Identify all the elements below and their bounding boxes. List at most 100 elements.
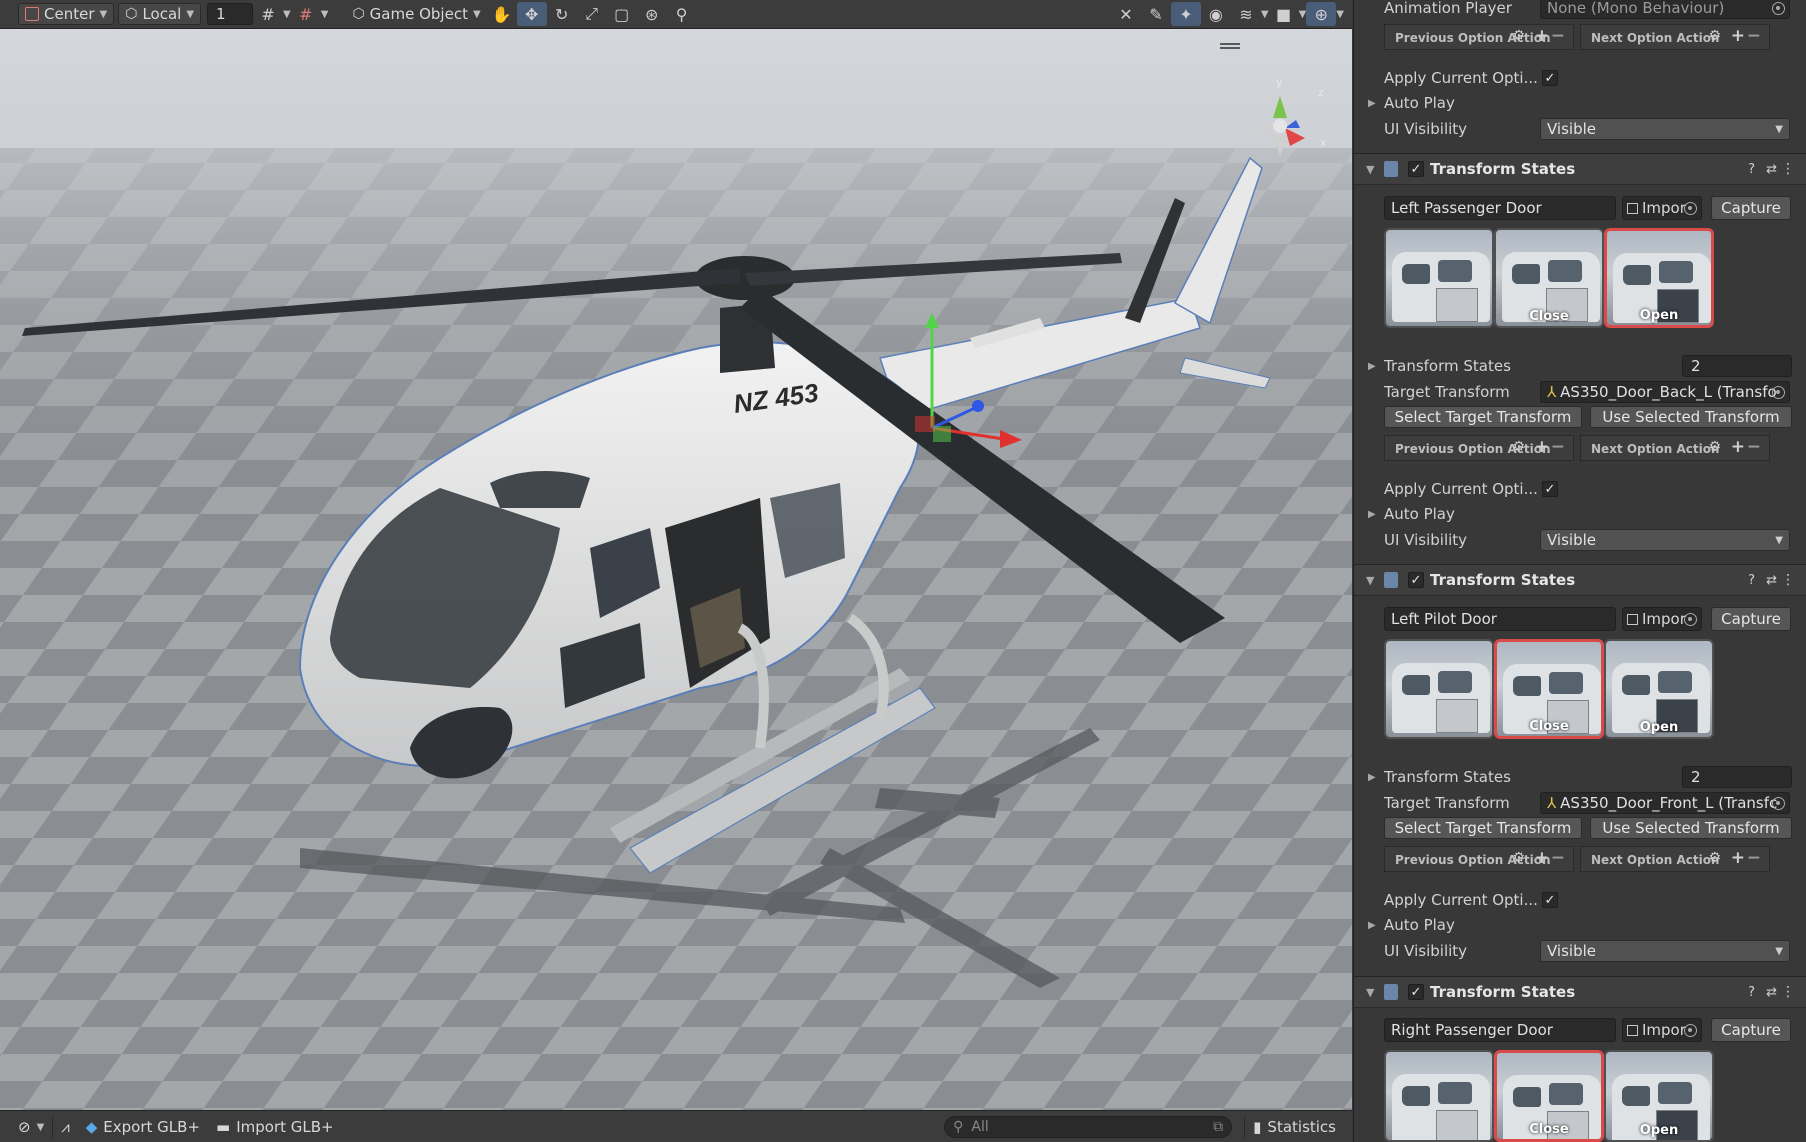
chevron-down-icon[interactable]: ▼ — [1299, 9, 1307, 20]
move-tool-icon[interactable]: ✥ — [516, 2, 547, 26]
apply-current-option-checkbox[interactable]: ✓ — [1542, 481, 1558, 497]
grid-snap-icon[interactable]: # — [253, 2, 283, 26]
component-enabled-checkbox[interactable]: ✓ — [1408, 572, 1424, 588]
gear-icon[interactable]: ⚙ — [1512, 850, 1525, 866]
import-glb-button[interactable]: ▬ Import GLB+ — [208, 1114, 342, 1140]
gear-icon[interactable]: ⚙ — [1708, 439, 1721, 455]
object-picker-icon[interactable] — [1772, 796, 1785, 810]
auto-play-row[interactable]: ▶ Auto Play — [1354, 913, 1806, 937]
capture-button[interactable]: Capture — [1711, 196, 1791, 220]
remove-icon[interactable]: − — [1747, 26, 1761, 46]
rect-tool-icon[interactable]: ▢ — [607, 2, 637, 26]
previous-option-action-box[interactable]: Previous Option Action ⚙ + − — [1384, 435, 1574, 461]
transform-states-list-row[interactable]: ▶ Transform States 2 — [1354, 765, 1806, 789]
preset-icon[interactable]: ⇄ — [1766, 985, 1777, 1000]
camera-icon[interactable]: ■ — [1269, 2, 1299, 26]
ui-visibility-dropdown[interactable]: Visible ▼ — [1540, 118, 1790, 140]
gear-icon[interactable]: ⚙ — [1708, 28, 1721, 44]
target-transform-field[interactable]: ⅄ AS350_Door_Back_L (Transfo — [1540, 381, 1790, 403]
transform-tool-icon[interactable]: ⊛ — [637, 2, 667, 26]
add-icon[interactable]: + — [1731, 848, 1745, 868]
remove-icon[interactable]: − — [1551, 26, 1565, 46]
export-glb-button[interactable]: ◆ Export GLB+ — [78, 1114, 208, 1140]
grid-visibility-icon[interactable]: # — [291, 2, 321, 26]
apply-current-option-checkbox[interactable]: ✓ — [1542, 70, 1558, 86]
help-icon[interactable]: ? — [1748, 985, 1755, 1000]
grid-increment-field[interactable]: 1 — [207, 3, 254, 25]
search-options-icon[interactable]: ⧉ — [1213, 1119, 1223, 1135]
visibility-toggle-icon[interactable]: ◉ — [1201, 2, 1231, 26]
effects-toggle-icon[interactable]: ✦ — [1170, 2, 1201, 26]
ui-visibility-dropdown[interactable]: Visible ▼ — [1540, 529, 1790, 551]
state-thumbnail-open[interactable]: Open — [1604, 228, 1714, 328]
states-count-field[interactable]: 2 — [1682, 766, 1792, 788]
state-thumbnail-open[interactable]: Open — [1604, 639, 1714, 739]
gear-icon[interactable]: ⚙ — [1512, 28, 1525, 44]
scene-canvas[interactable]: NZ 453 y z x — [0, 28, 1352, 1110]
capture-button[interactable]: Capture — [1711, 607, 1791, 631]
statistics-button[interactable]: ▮ Statistics — [1245, 1114, 1344, 1140]
add-icon[interactable]: + — [1731, 26, 1745, 46]
next-option-action-box[interactable]: Next Option Action ⚙ + − — [1580, 846, 1770, 872]
preset-icon[interactable]: ⇄ — [1766, 162, 1777, 177]
auto-play-row[interactable]: ▶ Auto Play — [1354, 502, 1806, 526]
gltfast-icon-button[interactable]: ⩘ — [53, 1114, 77, 1140]
hand-tool-icon[interactable]: ✋ — [487, 2, 517, 26]
scene-view[interactable]: NZ 453 y z x Center ▼ ⬡ Local ▼ 1 # ▼ # … — [0, 0, 1352, 1142]
rotate-tool-icon[interactable]: ↻ — [547, 2, 577, 26]
capture-button[interactable]: Capture — [1711, 1018, 1791, 1042]
expand-arrow-icon[interactable]: ▶ — [1368, 98, 1376, 109]
object-picker-icon[interactable] — [1772, 385, 1785, 399]
object-picker-icon[interactable] — [1772, 1, 1785, 15]
custom-tool-icon[interactable]: ⚲ — [667, 2, 697, 26]
pivot-rotation-dropdown[interactable]: ⬡ Local ▼ — [118, 3, 202, 25]
object-picker-icon[interactable] — [1684, 613, 1697, 626]
state-thumbnail-close[interactable]: Close — [1494, 639, 1604, 739]
search-field[interactable]: ⚲ All ⧉ — [944, 1116, 1233, 1138]
chevron-down-icon[interactable]: ▼ — [1336, 9, 1344, 20]
component-enabled-checkbox[interactable]: ✓ — [1408, 984, 1424, 1000]
object-picker-icon[interactable] — [1684, 202, 1697, 215]
remove-icon[interactable]: − — [1551, 848, 1565, 868]
lighting-toggle-icon[interactable]: ✎ — [1141, 2, 1171, 26]
ui-visibility-dropdown[interactable]: Visible ▼ — [1540, 940, 1790, 962]
overlay-menu-button[interactable]: ⊘ ▼ — [10, 1114, 52, 1140]
add-icon[interactable]: + — [1731, 437, 1745, 457]
next-option-action-box[interactable]: Next Option Action ⚙ + − — [1580, 24, 1770, 50]
transform-states-header[interactable]: ▼ ✓ Transform States ? ⇄ ⋮ — [1354, 153, 1806, 185]
collapse-arrow-icon[interactable]: ▼ — [1366, 574, 1374, 587]
state-thumbnail-close[interactable]: Close — [1494, 1050, 1604, 1142]
import-field[interactable]: Impor — [1622, 607, 1702, 631]
transform-states-header[interactable]: ▼ ✓ Transform States ? ⇄ ⋮ — [1354, 976, 1806, 1008]
import-field[interactable]: Impor — [1622, 196, 1702, 220]
collapse-arrow-icon[interactable]: ▼ — [1366, 986, 1374, 999]
help-icon[interactable]: ? — [1748, 573, 1755, 588]
object-picker-icon[interactable] — [1684, 1024, 1697, 1037]
scale-tool-icon[interactable]: ⤢ — [577, 2, 607, 26]
add-icon[interactable]: + — [1535, 437, 1549, 457]
previous-option-action-box[interactable]: Previous Option Action ⚙ + − — [1384, 846, 1574, 872]
chevron-down-icon[interactable]: ▼ — [283, 9, 291, 20]
target-transform-field[interactable]: ⅄ AS350_Door_Front_L (Transfc — [1540, 792, 1790, 814]
use-selected-transform-button[interactable]: Use Selected Transform — [1590, 406, 1792, 428]
chevron-down-icon[interactable]: ▼ — [321, 9, 329, 20]
add-icon[interactable]: + — [1535, 848, 1549, 868]
gear-icon[interactable]: ⚙ — [1708, 850, 1721, 866]
layers-icon[interactable]: ≋ — [1231, 2, 1261, 26]
remove-icon[interactable]: − — [1747, 437, 1761, 457]
chevron-down-icon[interactable]: ▼ — [1261, 9, 1269, 20]
expand-arrow-icon[interactable]: ▶ — [1368, 772, 1376, 783]
state-thumbnail[interactable] — [1384, 228, 1494, 328]
transform-states-list-row[interactable]: ▶ Transform States 2 — [1354, 354, 1806, 378]
state-thumbnail[interactable] — [1384, 639, 1494, 739]
state-thumbnail-close[interactable]: Close — [1494, 228, 1604, 328]
component-enabled-checkbox[interactable]: ✓ — [1408, 161, 1424, 177]
2d-toggle-icon[interactable]: ✕ — [1111, 2, 1141, 26]
state-thumbnail[interactable] — [1384, 1050, 1494, 1142]
create-menu-dropdown[interactable]: ⬡ Game Object ▼ — [346, 3, 486, 25]
animation-player-field[interactable]: None (Mono Behaviour) — [1540, 0, 1790, 19]
states-count-field[interactable]: 2 — [1682, 355, 1792, 377]
help-icon[interactable]: ? — [1748, 162, 1755, 177]
gizmos-icon[interactable]: ⊕ — [1306, 2, 1337, 26]
transform-states-header[interactable]: ▼ ✓ Transform States ? ⇄ ⋮ — [1354, 564, 1806, 596]
